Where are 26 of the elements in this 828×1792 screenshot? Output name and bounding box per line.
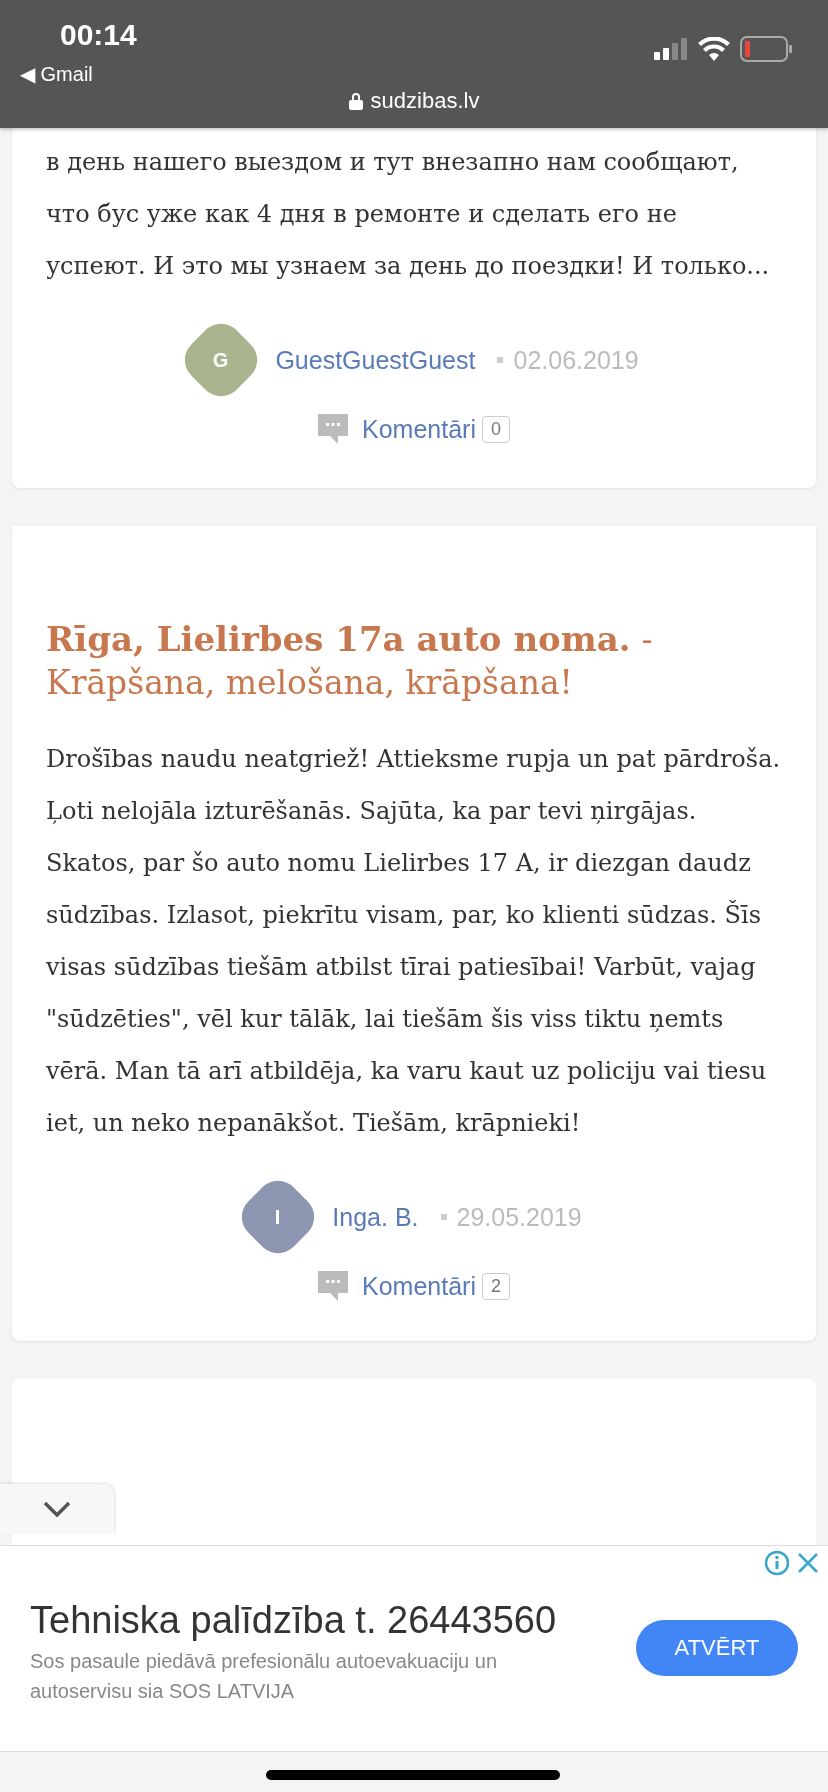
signal-icon xyxy=(654,38,688,60)
author-link[interactable]: GuestGuestGuest xyxy=(275,345,476,375)
battery-icon xyxy=(740,36,792,62)
comments-link[interactable]: Komentāri xyxy=(362,1271,476,1301)
post-title[interactable]: Rīga, Lielirbes 17a auto noma. - Krāpšana, melošana, krāpšana! xyxy=(46,618,782,703)
ad-title[interactable]: Tehniska palīdzība t. 26443560 xyxy=(30,1599,557,1642)
chevron-down-icon xyxy=(43,1501,71,1517)
comment-count: 0 xyxy=(481,415,510,443)
ad-description: Sos pasaule piedāvā prefesionālu autoevakuaciju un autoservisu sia SOS LATVIJA xyxy=(30,1649,498,1704)
wifi-icon xyxy=(698,37,730,61)
open-button[interactable]: ATVĒRT xyxy=(636,1620,798,1676)
author-link[interactable]: Inga. B. xyxy=(332,1202,419,1232)
comment-count: 2 xyxy=(481,1272,510,1300)
collapse-tab[interactable] xyxy=(0,1484,114,1534)
url-text[interactable]: sudzibas.lv xyxy=(370,88,480,114)
comments-link[interactable]: Komentāri xyxy=(362,414,476,444)
comment-icon xyxy=(318,1271,348,1301)
lock-icon xyxy=(348,92,363,110)
comment-icon xyxy=(318,414,348,444)
back-to-app-link[interactable]: ◀ Gmail xyxy=(20,62,93,86)
post-date: 29.05.2019 xyxy=(440,1202,582,1232)
post-text: Drošības naudu neatgriež! Attieksme rupja un pat pārdroša. Ļoti nelojāla izturēšanās. Sajūta, ka par tevi ņirgājas. Skatos, par šo auto nomu Lielirbes 17 A, ir diezgan daudz sūdzības. Izlasot, piekrītu visam, par, ko klienti sūdzas. Šīs visas sūdzības tiešām atbilst tīrai patiesībai! Varbūt, vajag "sūdzēties", vēl kur tālāk, lai tiešām šis viss tiktu ņemts vērā. Man tā arī atbildēja, ka varu kaut uz policiju vai tiesu iet, un neko nepanākšot. Tiešām, krāpnieki! xyxy=(46,744,782,1139)
post-date: 02.06.2019 xyxy=(497,345,639,375)
info-icon[interactable] xyxy=(764,1550,790,1576)
post-text: в день нашего выездом и тут внезапно нам сообщают, что бус уже как 4 дня в ремонте и сделать его не успеют. И это мы узнаем за день до поездки! И только... xyxy=(46,147,771,282)
status-time: 00:14 xyxy=(60,18,137,52)
